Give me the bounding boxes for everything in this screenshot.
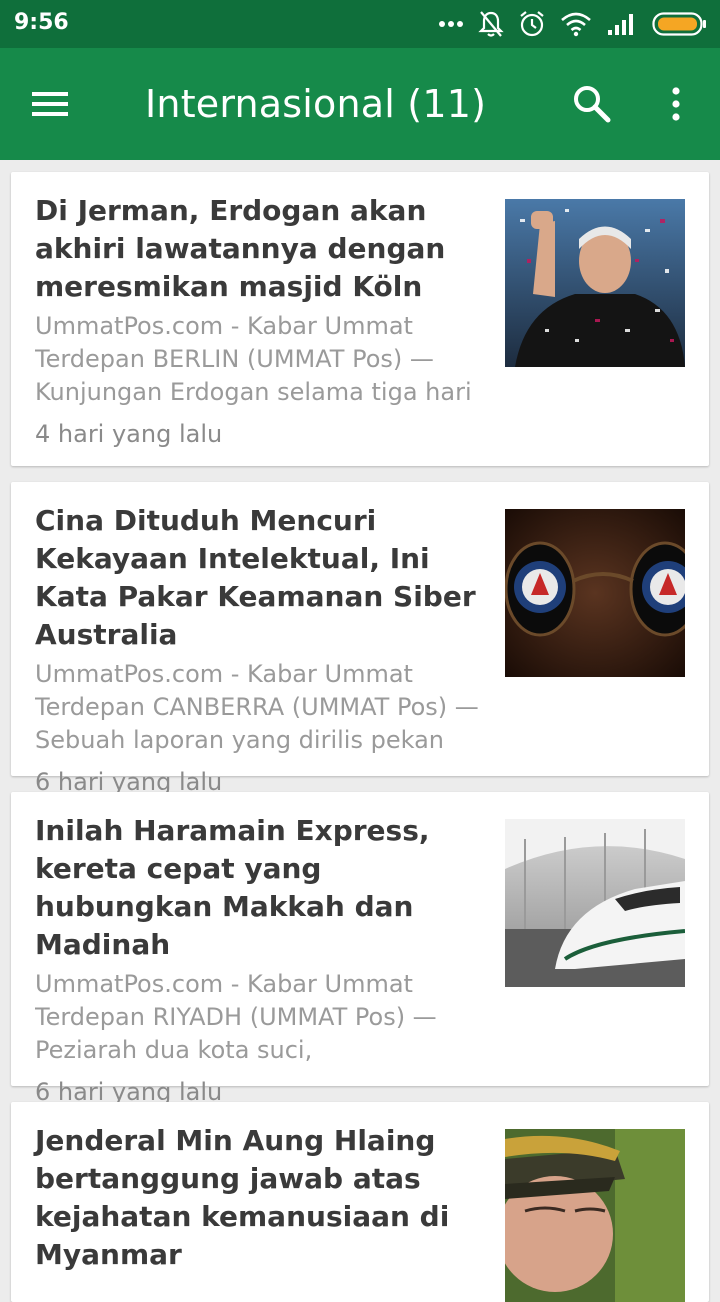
more-options-button[interactable] [660,82,692,126]
page-title: Internasional (11) [145,82,487,126]
article-thumbnail [505,199,685,367]
battery-icon [652,12,706,36]
article-title: Cina Dituduh Mencuri Kekayaan Intelektua… [35,504,476,651]
bell-off-icon [478,11,504,37]
article-title: Jenderal Min Aung Hlaing bertanggung jaw… [35,1124,450,1271]
article-card[interactable]: Inilah Haramain Express, kereta cepat ya… [11,792,709,1106]
search-button[interactable] [570,82,614,126]
article-text: Inilah Haramain Express, kereta cepat ya… [35,812,495,1107]
article-text: Cina Dituduh Mencuri Kekayaan Intelektua… [35,502,495,797]
article-thumbnail [505,1129,685,1302]
app-bar: Internasional (11) [0,48,720,160]
article-snippet: UmmatPos.com - Kabar Ummat Terdepan CANB… [35,660,479,754]
search-icon [574,86,611,123]
article-time: 4 hari yang lalu [35,420,223,448]
article-card[interactable]: Cina Dituduh Mencuri Kekayaan Intelektua… [11,482,709,796]
article-title: Di Jerman, Erdogan akan akhiri lawatanny… [35,194,446,303]
article-card[interactable]: Jenderal Min Aung Hlaing bertanggung jaw… [11,1102,709,1302]
article-text: Di Jerman, Erdogan akan akhiri lawatanny… [35,192,495,449]
article-snippet: UmmatPos.com - Kabar Ummat Terdepan BERL… [35,312,472,406]
menu-button[interactable] [30,82,82,126]
wifi-icon [561,12,591,37]
status-time: 9:56 [14,10,69,35]
article-snippet: UmmatPos.com - Kabar Ummat Terdepan RIYA… [35,970,437,1064]
article-thumbnail [505,819,685,987]
article-thumbnail [505,509,685,677]
article-card[interactable]: Di Jerman, Erdogan akan akhiri lawatanny… [11,172,709,466]
signal-icon [608,14,633,35]
article-title: Inilah Haramain Express, kereta cepat ya… [35,814,430,961]
more-vert-icon [672,87,680,121]
alarm-icon [520,11,544,37]
menu-icon [32,92,68,116]
status-icons [438,8,708,40]
article-text: Jenderal Min Aung Hlaing bertanggung jaw… [35,1122,495,1274]
status-bar: 9:56 [0,0,720,48]
more-dots-icon [439,21,463,27]
